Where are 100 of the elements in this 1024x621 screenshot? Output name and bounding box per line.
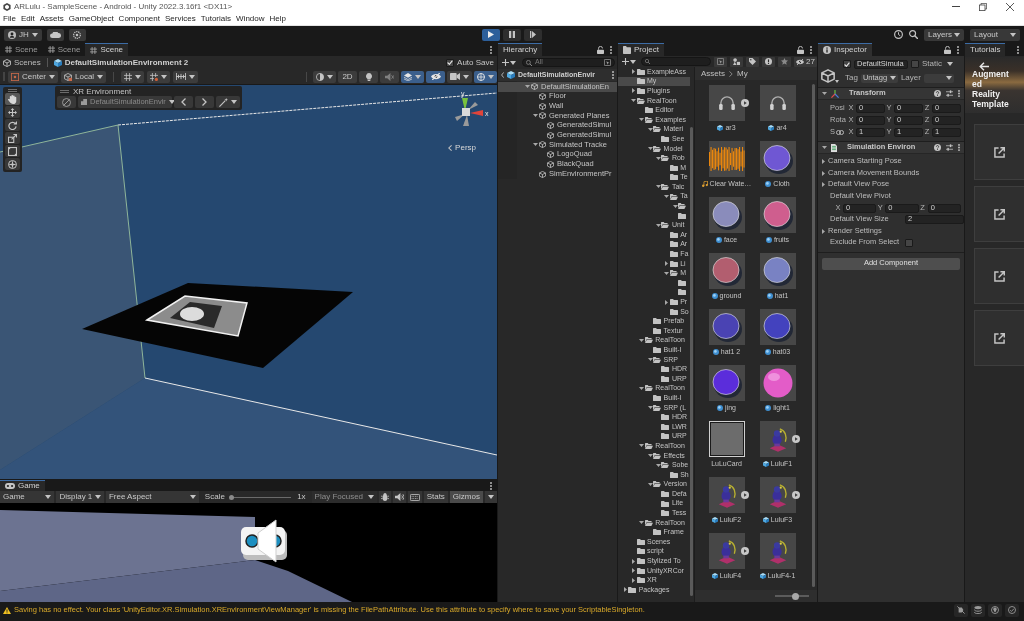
hidden-packages-toggle[interactable]: 27 [794,56,817,67]
rect-tool[interactable] [5,145,20,157]
panel-tab[interactable]: Tutorials [965,43,1006,56]
caret-down-icon[interactable] [647,482,653,486]
move-tool[interactable] [5,106,20,118]
caret-down-icon[interactable] [639,338,645,342]
scrollbar[interactable] [690,127,693,596]
help-icon[interactable] [934,90,941,97]
help-icon[interactable] [934,144,941,151]
panel-tab[interactable]: Inspector [818,43,872,56]
caret-down-icon[interactable] [631,99,636,103]
play-circle-icon[interactable] [740,99,749,107]
panel-tab[interactable]: Hierarchy [498,43,543,56]
history-icon[interactable] [894,30,903,39]
create-dropdown[interactable] [500,59,518,66]
grid-dropdown[interactable] [121,70,145,83]
breadcrumb-link[interactable]: Scenes [14,57,41,68]
caret-down-icon[interactable] [655,463,661,467]
caret-down-icon[interactable] [655,156,661,160]
previous-button[interactable] [174,96,194,108]
caret-down-icon[interactable] [647,454,653,458]
gizmos-menu-button[interactable] [485,491,497,503]
play-circle-icon[interactable] [791,435,800,443]
create-dropdown[interactable] [620,58,638,65]
caret-down-icon[interactable] [647,147,653,151]
scale-tool[interactable] [5,132,20,144]
play-circle-icon[interactable] [791,491,800,499]
caret-down-icon[interactable] [647,358,653,362]
shading-dropdown[interactable] [313,70,336,83]
scrollbar[interactable] [812,84,815,587]
lock-icon[interactable] [597,45,604,54]
lighting-button[interactable] [988,603,1002,617]
play-circle-icon[interactable] [740,491,749,499]
layer-dropdown[interactable] [923,73,954,83]
menu-item[interactable]: File [3,14,16,24]
caret-down-icon[interactable] [664,271,670,275]
chevron-left-icon[interactable] [501,72,504,78]
caret-down-icon[interactable] [664,195,670,198]
network-button[interactable] [954,603,968,617]
caret-right-icon[interactable] [822,182,825,188]
tutorial-card[interactable] [974,248,1024,304]
effects-dropdown[interactable] [401,70,424,83]
restore-icon[interactable] [979,2,987,11]
debug-button[interactable] [378,491,391,503]
audio-button[interactable] [392,491,406,503]
caret-right-icon[interactable] [822,170,825,176]
menu-item[interactable]: Component [118,14,160,24]
menu-item[interactable]: Services [164,14,196,24]
pause-button[interactable] [503,28,521,41]
caret-down-icon[interactable] [639,444,645,448]
menu-item[interactable]: Tutorials [200,14,232,24]
projection-toggle[interactable]: Persp [448,143,476,153]
caret-down-icon[interactable] [822,92,827,95]
keyboard-button[interactable] [407,491,422,503]
tutorial-card[interactable] [974,310,1024,366]
display-dropdown[interactable]: Display 1 [56,491,104,503]
checkbox[interactable] [905,238,913,247]
breadcrumb-scene[interactable]: DefaultSimulationEnvironment 2 [64,57,189,68]
search-field[interactable] [641,57,711,66]
search-mode-icon[interactable] [604,59,611,66]
sliders-icon[interactable] [946,90,953,97]
static-menu-button[interactable] [945,62,955,66]
scene-tab[interactable]: Scene [0,43,43,56]
active-checkbox[interactable] [843,60,851,68]
caret-right-icon[interactable] [822,228,825,234]
caret-right-icon[interactable] [822,159,825,165]
step-button[interactable] [524,28,542,41]
view-mode-dropdown[interactable]: Game [0,491,55,503]
sliders-icon[interactable] [946,144,953,151]
caret-down-icon[interactable] [655,185,661,189]
rotate-tool[interactable] [5,119,20,131]
caret-down-icon[interactable] [655,223,661,227]
caret-down-icon[interactable] [822,146,827,149]
scene-tab[interactable]: Scene [42,43,86,56]
menu-item[interactable]: Edit [20,14,35,24]
close-icon[interactable] [1006,2,1014,11]
snap-dropdown[interactable] [147,70,171,83]
caret-down-icon[interactable] [532,143,538,147]
caret-down-icon[interactable] [672,204,678,208]
increment-dropdown[interactable] [173,70,199,83]
hand-tool[interactable] [5,93,20,105]
tool-dropdown[interactable] [216,96,240,108]
lighting-toggle[interactable] [359,70,378,83]
breadcrumb-link[interactable]: My [737,68,748,79]
gizmos-dropdown[interactable] [474,70,497,83]
next-button[interactable] [195,96,215,108]
menu-item[interactable]: Assets [39,14,64,24]
stats-toggle[interactable]: Stats [423,491,448,503]
link-icon[interactable] [836,129,844,135]
caret-down-icon[interactable] [524,85,530,89]
pivot-dropdown[interactable]: Center [8,70,58,83]
lock-icon[interactable] [944,45,951,54]
transform-tool[interactable] [5,158,20,170]
caret-down-icon[interactable] [639,118,645,122]
environment-button[interactable] [57,96,76,108]
search-icon[interactable] [909,30,918,39]
audio-toggle[interactable] [380,70,399,83]
panel-tab[interactable]: Game [0,480,45,491]
caret-down-icon[interactable] [639,386,645,390]
lock-icon[interactable] [797,45,804,54]
